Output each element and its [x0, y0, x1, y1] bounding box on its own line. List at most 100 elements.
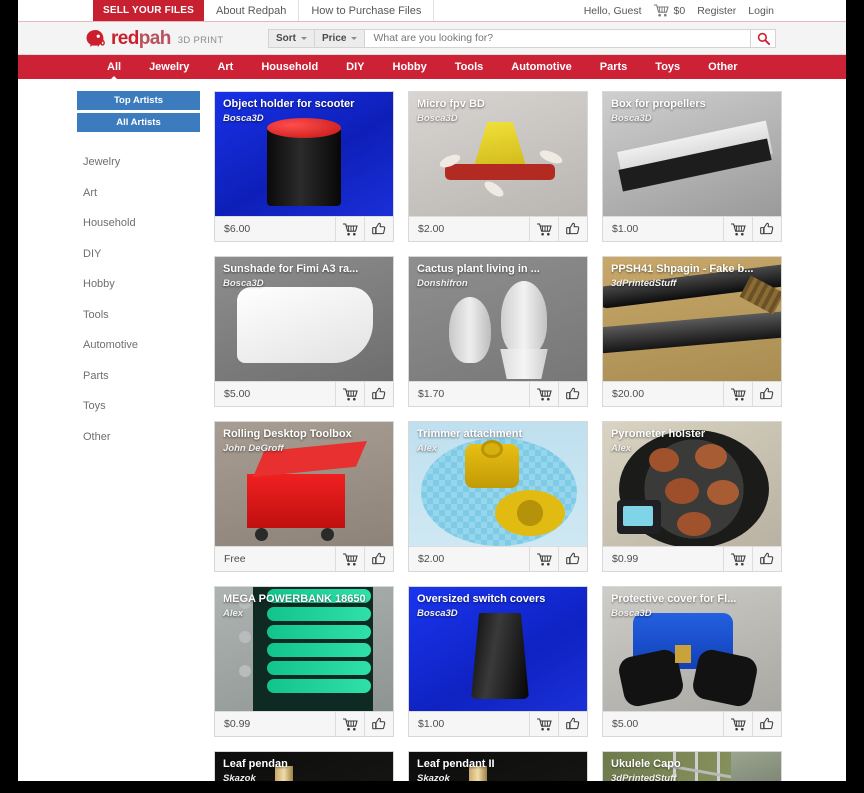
sidebar-all-artists-button[interactable]: All Artists [77, 113, 200, 132]
nav-item-all[interactable]: All [93, 55, 135, 79]
product-price: $0.99 [224, 718, 251, 730]
product-card[interactable]: Trimmer attachment Alex $2.00 [408, 421, 588, 572]
product-image[interactable]: Ukulele Capo 3dPrintedStuff [603, 752, 781, 781]
how-to-purchase-files-link[interactable]: How to Purchase Files [299, 0, 435, 21]
nav-item-automotive[interactable]: Automotive [497, 55, 586, 79]
add-to-cart-button[interactable] [335, 547, 364, 571]
product-card[interactable]: MEGA POWERBANK 18650 Alex $0.99 [214, 586, 394, 737]
product-card[interactable]: Leaf pendant II Skazok [408, 751, 588, 781]
add-to-cart-button[interactable] [335, 712, 364, 736]
product-image[interactable]: Leaf pendan Skazok [215, 752, 393, 781]
product-artist: Skazok [223, 772, 256, 781]
sidebar-item-automotive[interactable]: Automotive [77, 332, 200, 358]
nav-item-household[interactable]: Household [247, 55, 332, 79]
add-to-cart-button[interactable] [723, 382, 752, 406]
product-image[interactable]: Box for propellers Bosca3D [603, 92, 781, 216]
product-artist: Alex [223, 607, 244, 619]
nav-item-hobby[interactable]: Hobby [379, 55, 441, 79]
price-dropdown[interactable]: Price [314, 28, 365, 48]
add-to-cart-button[interactable] [335, 217, 364, 241]
sort-dropdown[interactable]: Sort [268, 28, 314, 48]
search-input[interactable] [364, 28, 750, 48]
product-card[interactable]: Leaf pendan Skazok [214, 751, 394, 781]
product-image[interactable]: Object holder for scooter Bosca3D [215, 92, 393, 216]
sidebar-item-art[interactable]: Art [77, 180, 200, 206]
like-button[interactable] [558, 547, 587, 571]
product-footer: $1.00 [409, 711, 587, 736]
add-to-cart-button[interactable] [529, 382, 558, 406]
product-card[interactable]: Sunshade for Fimi A3 ra... Bosca3D $5.00 [214, 256, 394, 407]
cart-icon [536, 387, 552, 400]
nav-item-diy[interactable]: DIY [332, 55, 378, 79]
thumbs-up-icon [566, 222, 580, 235]
sidebar-item-household[interactable]: Household [77, 210, 200, 236]
product-image[interactable]: Trimmer attachment Alex [409, 422, 587, 546]
product-image[interactable]: Sunshade for Fimi A3 ra... Bosca3D [215, 257, 393, 381]
like-button[interactable] [364, 217, 393, 241]
add-to-cart-button[interactable] [529, 712, 558, 736]
add-to-cart-button[interactable] [723, 712, 752, 736]
like-button[interactable] [752, 382, 781, 406]
product-image[interactable]: Cactus plant living in ... Donshifron [409, 257, 587, 381]
site-logo[interactable]: redpah 3D PRINT [85, 29, 268, 48]
like-button[interactable] [364, 382, 393, 406]
like-button[interactable] [558, 217, 587, 241]
product-title: Ukulele Capo [611, 758, 681, 770]
browser-page: SELL YOUR FILES About Redpah How to Purc… [18, 0, 846, 781]
nav-item-jewelry[interactable]: Jewelry [135, 55, 203, 79]
product-card[interactable]: Cactus plant living in ... Donshifron $1.7… [408, 256, 588, 407]
nav-item-art[interactable]: Art [203, 55, 247, 79]
sell-your-files-tab[interactable]: SELL YOUR FILES [93, 0, 204, 21]
add-to-cart-button[interactable] [529, 547, 558, 571]
like-button[interactable] [752, 217, 781, 241]
like-button[interactable] [752, 712, 781, 736]
product-card[interactable]: PPSH41 Shpagin - Fake b... 3dPrintedStuff… [602, 256, 782, 407]
product-artist: Bosca3D [223, 277, 264, 289]
product-image[interactable]: Micro fpv BD Bosca3D [409, 92, 587, 216]
like-button[interactable] [558, 382, 587, 406]
product-card[interactable]: Object holder for scooter Bosca3D $6.00 [214, 91, 394, 242]
product-card[interactable]: Protective cover for Fl... Bosca3D $5.00 [602, 586, 782, 737]
product-price: $1.00 [418, 718, 445, 730]
sidebar-item-diy[interactable]: DIY [77, 241, 200, 267]
nav-item-toys[interactable]: Toys [641, 55, 694, 79]
product-card[interactable]: Pyrometer holster Alex $0.99 [602, 421, 782, 572]
product-card[interactable]: Box for propellers Bosca3D $1.00 [602, 91, 782, 242]
like-button[interactable] [558, 712, 587, 736]
about-redpah-link[interactable]: About Redpah [204, 0, 300, 21]
sidebar-item-hobby[interactable]: Hobby [77, 271, 200, 297]
add-to-cart-button[interactable] [529, 217, 558, 241]
product-card[interactable]: Ukulele Capo 3dPrintedStuff [602, 751, 782, 781]
nav-item-other[interactable]: Other [694, 55, 751, 79]
search-button[interactable] [750, 28, 776, 48]
sidebar-top-artists-button[interactable]: Top Artists [77, 91, 200, 110]
product-image[interactable]: Pyrometer holster Alex [603, 422, 781, 546]
cart-icon [342, 222, 358, 235]
like-button[interactable] [364, 547, 393, 571]
nav-item-tools[interactable]: Tools [441, 55, 498, 79]
thumbs-up-icon [566, 717, 580, 730]
login-link[interactable]: Login [748, 5, 774, 17]
sidebar-item-jewelry[interactable]: Jewelry [77, 149, 200, 175]
like-button[interactable] [752, 547, 781, 571]
product-image[interactable]: Rolling Desktop Toolbox John DeGroff [215, 422, 393, 546]
product-image[interactable]: PPSH41 Shpagin - Fake b... 3dPrintedStuff [603, 257, 781, 381]
product-card[interactable]: Rolling Desktop Toolbox John DeGroff Free [214, 421, 394, 572]
add-to-cart-button[interactable] [723, 217, 752, 241]
add-to-cart-button[interactable] [723, 547, 752, 571]
sidebar-item-other[interactable]: Other [77, 424, 200, 450]
product-image[interactable]: Protective cover for Fl... Bosca3D [603, 587, 781, 711]
sidebar-item-toys[interactable]: Toys [77, 393, 200, 419]
product-card[interactable]: Oversized switch covers Bosca3D $1.00 [408, 586, 588, 737]
sidebar-item-tools[interactable]: Tools [77, 302, 200, 328]
product-image[interactable]: MEGA POWERBANK 18650 Alex [215, 587, 393, 711]
product-image[interactable]: Leaf pendant II Skazok [409, 752, 587, 781]
register-link[interactable]: Register [697, 5, 736, 17]
cart-link[interactable]: $0 [653, 4, 685, 17]
product-image[interactable]: Oversized switch covers Bosca3D [409, 587, 587, 711]
nav-item-parts[interactable]: Parts [586, 55, 642, 79]
like-button[interactable] [364, 712, 393, 736]
sidebar-item-parts[interactable]: Parts [77, 363, 200, 389]
product-card[interactable]: Micro fpv BD Bosca3D $2.00 [408, 91, 588, 242]
add-to-cart-button[interactable] [335, 382, 364, 406]
